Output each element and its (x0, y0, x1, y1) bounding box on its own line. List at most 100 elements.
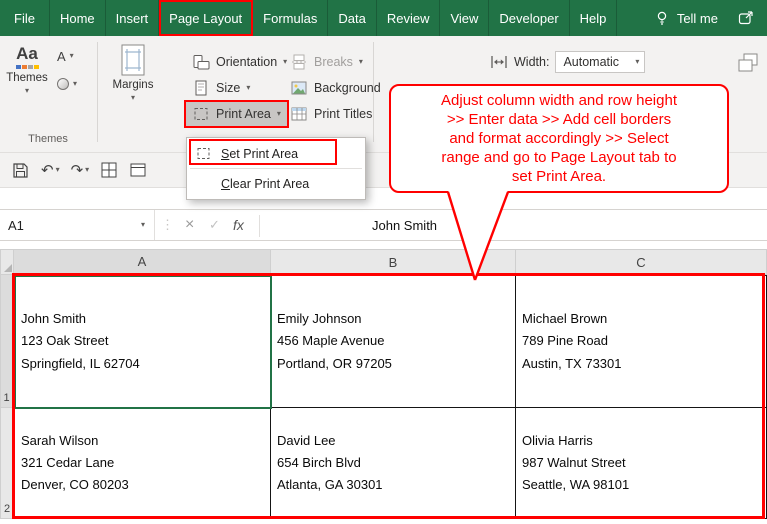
save-button[interactable] (7, 159, 34, 182)
theme-fonts-button[interactable]: A ▾ (52, 44, 79, 68)
orientation-icon (192, 53, 210, 71)
formula-bar-splitter[interactable]: ⋮ (161, 210, 174, 240)
tab-view[interactable]: View (440, 0, 489, 36)
chevron-down-icon: ▾ (70, 52, 74, 60)
set-print-area-label: Set Print Area (221, 147, 298, 161)
print-area-button[interactable]: Print Area ▾ (186, 102, 287, 126)
select-all-corner[interactable] (0, 249, 14, 275)
clear-print-area-label: Clear Print Area (221, 177, 309, 191)
cell-A1[interactable]: John Smith 123 Oak Street Springfield, I… (14, 275, 271, 408)
window-button[interactable] (125, 159, 151, 181)
print-titles-icon (290, 105, 308, 123)
save-icon (11, 161, 30, 180)
chevron-down-icon: ▾ (73, 80, 77, 88)
select-all-triangle-icon (4, 264, 12, 272)
themes-aa-icon: Aa (16, 44, 39, 69)
width-value: Automatic (563, 55, 635, 69)
share-icon (737, 9, 755, 27)
menu-separator (190, 168, 362, 169)
name-box-value: A1 (8, 218, 24, 233)
arrange-button[interactable] (734, 49, 762, 77)
margins-button[interactable]: Margins ▾ (104, 40, 162, 128)
name-box[interactable]: A1 ▾ (0, 210, 155, 240)
tab-insert[interactable]: Insert (106, 0, 160, 36)
redo-button[interactable]: ↷ ▾ (67, 160, 94, 180)
chevron-down-icon: ▾ (359, 58, 363, 66)
tab-page-layout[interactable]: Page Layout (159, 0, 253, 36)
gridlines-button[interactable] (96, 159, 122, 181)
tab-developer[interactable]: Developer (489, 0, 569, 36)
print-area-label: Print Area (216, 107, 271, 121)
undo-icon: ↶ (41, 162, 54, 178)
spreadsheet-grid: A B C 1 John Smith 123 Oak Street Spring… (0, 249, 767, 519)
menu-item-set-print-area[interactable]: Set Print Area (187, 140, 365, 167)
cell-C2[interactable]: Olivia Harris 987 Walnut Street Seattle,… (516, 408, 767, 519)
margins-icon (120, 44, 146, 76)
tell-me-label: Tell me (677, 11, 718, 26)
print-titles-label: Print Titles (314, 107, 372, 121)
background-label: Background (314, 81, 381, 95)
formula-bar: A1 ▾ ⋮ × ✓ fx John Smith (0, 209, 767, 241)
themes-button[interactable]: Aa Themes ▾ (5, 40, 49, 128)
cancel-entry-button[interactable]: × (185, 210, 194, 240)
redo-icon: ↷ (71, 162, 84, 178)
share-button[interactable] (728, 0, 764, 36)
ribbon-tab-bar: File Home Insert Page Layout Formulas Da… (0, 0, 767, 36)
theme-palette-strip (16, 65, 39, 69)
chevron-down-icon: ▾ (277, 110, 281, 118)
tab-home[interactable]: Home (50, 0, 106, 36)
breaks-button[interactable]: Breaks ▾ (284, 50, 369, 74)
cell-B2[interactable]: David Lee 654 Birch Blvd Atlanta, GA 303… (271, 408, 516, 519)
background-button[interactable]: Background (284, 76, 387, 100)
window-icon (129, 161, 147, 179)
size-button[interactable]: Size ▾ (186, 76, 256, 100)
width-icon (490, 54, 508, 70)
chevron-down-icon: ▾ (131, 94, 135, 102)
formula-bar-value[interactable]: John Smith (372, 210, 437, 240)
tab-formulas[interactable]: Formulas (253, 0, 328, 36)
cell-C1[interactable]: Michael Brown 789 Pine Road Austin, TX 7… (516, 275, 767, 408)
cell-B1[interactable]: Emily Johnson 456 Maple Avenue Portland,… (271, 275, 516, 408)
row-header-1[interactable]: 1 (0, 275, 14, 408)
column-header-b[interactable]: B (271, 249, 516, 275)
excel-window: File Home Insert Page Layout Formulas Da… (0, 0, 767, 524)
lightbulb-icon (654, 10, 670, 26)
chevron-down-icon: ▾ (246, 84, 250, 92)
effects-circle-icon (57, 78, 69, 90)
background-icon (290, 79, 308, 97)
themes-group-label: Themes (0, 133, 96, 145)
row-header-2[interactable]: 2 (0, 408, 14, 519)
orientation-label: Orientation (216, 55, 277, 69)
breaks-icon (290, 53, 308, 71)
size-label: Size (216, 81, 240, 95)
group-separator (97, 42, 98, 142)
confirm-entry-button[interactable]: ✓ (209, 210, 220, 240)
tab-file[interactable]: File (0, 0, 50, 36)
row-2: 2 Sarah Wilson 321 Cedar Lane Denver, CO… (0, 408, 767, 519)
margins-button-label: Margins (113, 79, 154, 91)
print-area-dropdown-menu: Set Print Area Clear Print Area (186, 137, 366, 200)
print-titles-button[interactable]: Print Titles (284, 102, 378, 126)
instruction-callout: Adjust column width and row height >> En… (389, 84, 729, 193)
orientation-button[interactable]: Orientation ▾ (186, 50, 293, 74)
scale-width-row: Width: Automatic ▾ (490, 50, 645, 74)
row-1: 1 John Smith 123 Oak Street Springfield,… (0, 275, 767, 408)
breaks-label: Breaks (314, 55, 353, 69)
tab-data[interactable]: Data (328, 0, 376, 36)
tab-help[interactable]: Help (570, 0, 618, 36)
theme-effects-button[interactable]: ▾ (52, 72, 82, 96)
grid-icon (100, 161, 118, 179)
column-header-row: A B C (0, 249, 767, 275)
tab-review[interactable]: Review (377, 0, 441, 36)
column-header-c[interactable]: C (516, 249, 767, 275)
chevron-down-icon: ▾ (85, 166, 89, 174)
width-combobox[interactable]: Automatic ▾ (555, 51, 645, 73)
width-label: Width: (514, 55, 549, 69)
chevron-down-icon: ▾ (635, 58, 639, 66)
column-header-a[interactable]: A (14, 249, 271, 275)
menu-item-clear-print-area[interactable]: Clear Print Area (187, 170, 365, 197)
tell-me[interactable]: Tell me (644, 0, 728, 36)
cell-A2[interactable]: Sarah Wilson 321 Cedar Lane Denver, CO 8… (14, 408, 271, 519)
insert-function-button[interactable]: fx (233, 210, 244, 240)
undo-button[interactable]: ↶ ▾ (37, 160, 64, 180)
